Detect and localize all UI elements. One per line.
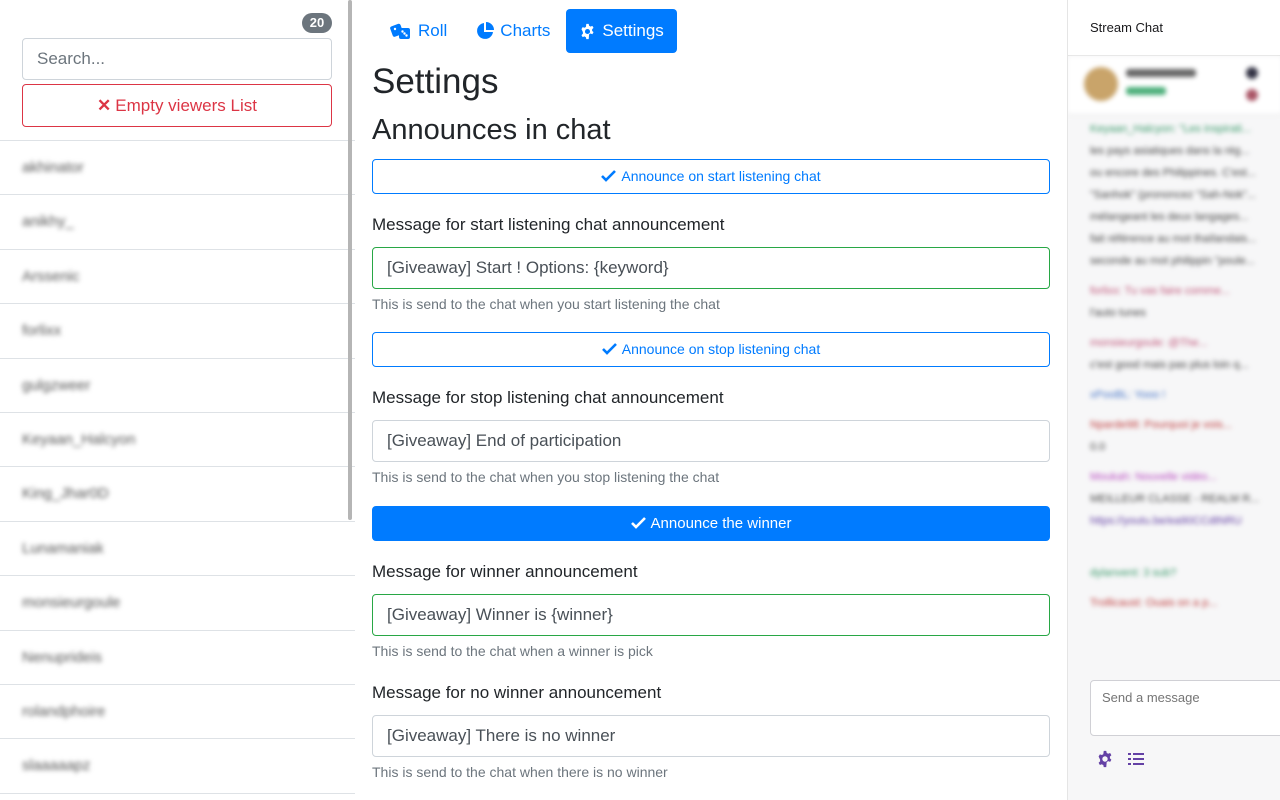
list-item[interactable]: anikhy_ <box>0 195 355 250</box>
list-item[interactable]: slaaaaapz <box>0 739 355 794</box>
stop-message-help: This is send to the chat when you stop l… <box>372 469 720 485</box>
start-message-field[interactable] <box>372 247 1050 289</box>
tab-charts-label: Charts <box>500 21 551 40</box>
chat-message: https://youtu.be/ea90CCdtNRU <box>1090 515 1242 527</box>
stream-chat-panel: Stream Chat Keyaan_Halcyon: "Les inspira… <box>1067 0 1280 800</box>
check-icon <box>601 343 617 355</box>
list-item[interactable]: rolandphoire <box>0 685 355 740</box>
chat-message: les pays asiatiques dans la rég... <box>1090 145 1250 157</box>
start-message-label: Message for start listening chat announc… <box>372 215 725 234</box>
chat-settings-gear-icon[interactable] <box>1096 750 1114 768</box>
announce-start-toggle[interactable]: Announce on start listening chat <box>372 159 1050 194</box>
tab-charts[interactable]: Charts <box>463 9 563 53</box>
announce-start-label: Announce on start listening chat <box>621 168 821 184</box>
chat-messages: Keyaan_Halcyon: "Les inspirati... les pa… <box>1090 118 1280 614</box>
chat-message: forlixx: Tu vas faire comme... <box>1090 285 1230 297</box>
check-icon <box>601 170 617 182</box>
chat-message: mélangeant les deux langages... <box>1090 211 1249 223</box>
announce-stop-toggle[interactable]: Announce on stop listening chat <box>372 332 1050 367</box>
chat-message: Nparde98: Pourquoi je vois... <box>1090 419 1232 431</box>
stop-message-label: Message for stop listening chat announce… <box>372 388 724 407</box>
no-winner-message-help: This is send to the chat when there is n… <box>372 764 668 780</box>
empty-viewers-label: Empty viewers List <box>115 96 257 115</box>
winner-message-label: Message for winner announcement <box>372 562 638 581</box>
list-item[interactable]: gulgzweer <box>0 359 355 413</box>
list-item[interactable]: akhinator <box>0 141 355 196</box>
list-item[interactable]: Nenuprideis <box>0 631 355 685</box>
chat-message: Trollicaust: Ouais on a p... <box>1090 597 1218 609</box>
winner-message-field[interactable] <box>372 594 1050 636</box>
chat-message: dylanvent: 3 sub? <box>1090 567 1177 579</box>
page-title: Settings <box>372 62 499 101</box>
chat-viewers-list-icon[interactable] <box>1128 752 1144 766</box>
tab-roll[interactable]: Roll <box>377 9 460 53</box>
viewers-scrollbar[interactable] <box>348 0 352 520</box>
list-item[interactable]: Keyaan_Halcyon <box>0 413 355 468</box>
chat-message: MEILLEUR CLASSE - REALM R... <box>1090 493 1260 505</box>
chat-message: Keyaan_Halcyon: "Les inspirati... <box>1090 123 1252 135</box>
stop-message-field[interactable] <box>372 420 1050 462</box>
section-title: Announces in chat <box>372 114 611 146</box>
viewer-count-badge: 20 <box>302 13 332 33</box>
list-item[interactable]: monsieurgoule <box>0 576 355 631</box>
tab-bar: Roll Charts Settings <box>377 9 680 53</box>
list-item[interactable]: King_Jhar0D <box>0 467 355 522</box>
no-winner-message-field[interactable] <box>372 715 1050 757</box>
chat-message: xPooBL: Yooo ! <box>1090 389 1166 401</box>
empty-viewers-button[interactable]: ✕ Empty viewers List <box>22 84 332 127</box>
chat-message: "Sanhok" (prononcez "Sah-Nok"... <box>1090 189 1257 201</box>
chat-message: Moukah: Nouvelle vidéo... <box>1090 471 1217 483</box>
chat-message: 0.0 <box>1090 441 1106 453</box>
tab-roll-label: Roll <box>418 21 448 40</box>
list-item[interactable]: Arssenic <box>0 250 355 305</box>
viewers-panel: 20 ✕Empty viewers List akhinator anikhy_… <box>0 0 355 800</box>
close-icon: ✕ <box>97 96 112 115</box>
announce-stop-label: Announce on stop listening chat <box>621 341 821 357</box>
dice-icon <box>390 23 410 39</box>
chat-controls <box>1096 750 1158 768</box>
chat-header: Stream Chat <box>1068 0 1280 56</box>
gear-icon <box>581 23 594 39</box>
chat-message-input[interactable] <box>1090 680 1280 736</box>
search-input[interactable] <box>22 38 332 80</box>
chat-message: monsieurgoule: @The... <box>1090 337 1208 349</box>
chat-message: ou encore des Philippines. C'est... <box>1090 167 1256 179</box>
main-content: Roll Charts Settings Settings Announces … <box>355 0 1067 800</box>
chat-message: c'est good mais pas plus loin q... <box>1090 359 1249 371</box>
tab-settings-label: Settings <box>602 21 664 40</box>
announce-winner-label: Announce the winner <box>650 515 792 532</box>
pie-chart-icon <box>477 22 495 39</box>
chat-message: l'auto tunes <box>1090 307 1146 319</box>
list-item[interactable]: Lunamaniak <box>0 522 355 577</box>
check-icon <box>630 517 646 529</box>
tab-settings[interactable]: Settings <box>566 9 677 53</box>
start-message-help: This is send to the chat when you start … <box>372 296 720 312</box>
chat-message: fait référence au mot thaïlandais... <box>1090 233 1257 245</box>
no-winner-message-label: Message for no winner announcement <box>372 683 662 702</box>
avatar <box>1084 67 1118 101</box>
chat-message: seconde au mot philippin "poule... <box>1090 255 1255 267</box>
winner-message-help: This is send to the chat when a winner i… <box>372 643 653 659</box>
viewers-list: akhinator anikhy_ Arssenic forlixx gulgz… <box>0 140 355 794</box>
announce-winner-toggle[interactable]: Announce the winner <box>372 506 1050 541</box>
chat-top-contributors <box>1068 57 1280 115</box>
list-item[interactable]: forlixx <box>0 304 355 359</box>
